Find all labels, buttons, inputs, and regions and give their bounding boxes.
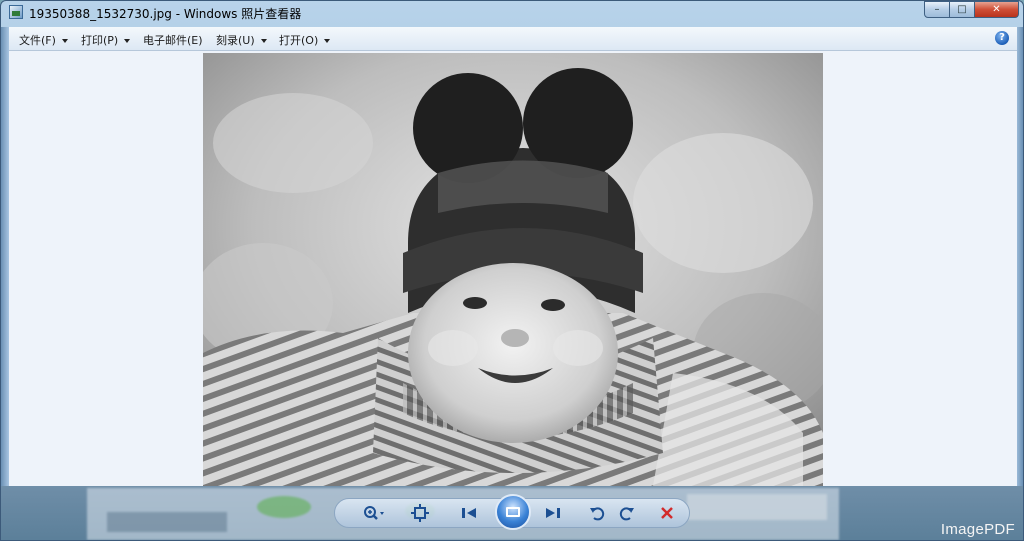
rotate-counterclockwise-icon [590, 507, 605, 521]
next-icon [546, 508, 560, 518]
help-icon[interactable]: ? [995, 31, 1009, 45]
menu-print[interactable]: 打印(P) [81, 32, 131, 48]
rotate-clockwise-icon [619, 507, 634, 521]
title-bar[interactable]: 19350388_1532730.jpg - Windows 照片查看器 – □… [1, 1, 1023, 25]
menu-file-label: 文件(F) [19, 34, 56, 47]
chevron-down-icon [61, 39, 68, 43]
rotate-clockwise-button[interactable] [617, 504, 637, 522]
menu-email[interactable]: 电子邮件(E) [143, 32, 203, 48]
image-viewer-area[interactable] [9, 51, 1017, 486]
previous-button[interactable] [457, 504, 481, 522]
rotate-counterclockwise-button[interactable] [587, 504, 607, 522]
baby-photo-illustration [203, 53, 823, 486]
menu-file[interactable]: 文件(F) [19, 32, 68, 48]
slideshow-button[interactable] [495, 494, 531, 530]
chevron-down-icon [260, 39, 267, 43]
baby-photo [203, 53, 823, 486]
close-button[interactable]: ✕ [975, 1, 1019, 18]
watermark-text: ImagePDF [940, 521, 1015, 538]
window-border-left [1, 27, 9, 486]
photo-viewer-window: 19350388_1532730.jpg - Windows 照片查看器 – □… [0, 0, 1024, 541]
maximize-button[interactable]: □ [950, 1, 975, 18]
menu-open-label: 打开(O) [279, 34, 319, 47]
previous-icon [462, 508, 476, 518]
delete-button[interactable] [657, 504, 677, 522]
menu-bar: 文件(F) 打印(P) 电子邮件(E) 刻录(U) 打开(O) ? [9, 27, 1017, 51]
actual-size-icon [411, 504, 429, 522]
menu-open[interactable]: 打开(O) [279, 32, 331, 48]
chevron-down-icon [324, 39, 331, 43]
chevron-down-icon [124, 39, 131, 43]
window-title: 19350388_1532730.jpg - Windows 照片查看器 [29, 7, 302, 21]
slideshow-icon [506, 507, 520, 517]
menu-print-label: 打印(P) [81, 34, 119, 47]
zoom-icon [364, 506, 384, 520]
caption-buttons: – □ ✕ [924, 1, 1019, 19]
menu-email-label: 电子邮件(E) [143, 34, 203, 47]
minimize-button[interactable]: – [924, 1, 950, 18]
menu-burn-label: 刻录(U) [216, 34, 255, 47]
actual-size-button[interactable] [409, 504, 431, 522]
menu-burn[interactable]: 刻录(U) [216, 32, 267, 48]
zoom-button[interactable] [361, 504, 387, 522]
photo-viewer-app-icon [9, 5, 23, 19]
next-button[interactable] [541, 504, 565, 522]
delete-icon [661, 507, 673, 519]
